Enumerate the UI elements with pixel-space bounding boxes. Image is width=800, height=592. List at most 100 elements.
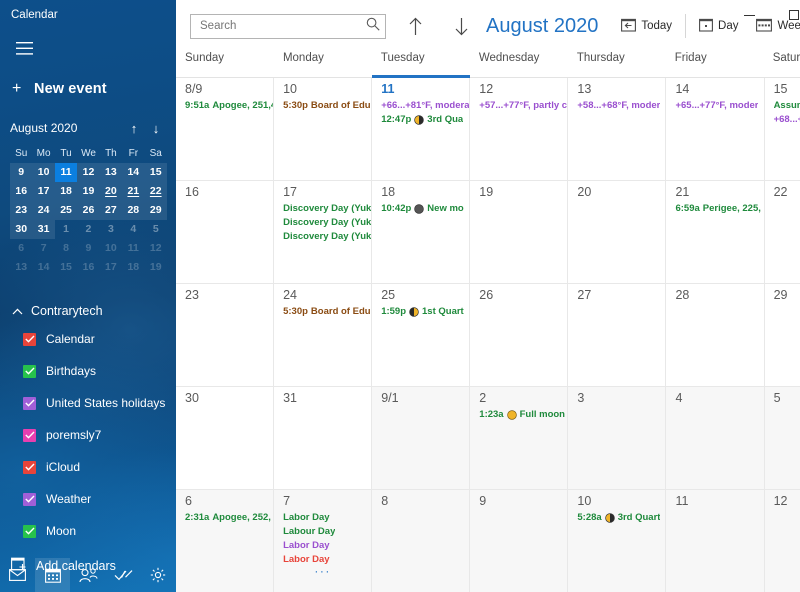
month-title[interactable]: August 2020 — [486, 15, 598, 38]
mini-calendar-day[interactable]: 31 — [32, 220, 55, 239]
mini-calendar-day[interactable]: 19 — [77, 182, 100, 201]
mini-calendar-day[interactable]: 17 — [100, 258, 122, 277]
calendar-day-cell[interactable]: 12 — [764, 490, 800, 592]
search-input[interactable] — [200, 20, 366, 32]
calendar-list-item-calendar[interactable]: Calendar — [0, 323, 176, 355]
minimize-button[interactable] — [727, 0, 772, 30]
calendar-day-cell[interactable]: 8 — [372, 490, 471, 592]
mini-calendar-today[interactable]: 11 — [54, 163, 78, 182]
mini-calendar-day[interactable]: 16 — [10, 182, 33, 201]
calendar-day-cell[interactable]: 16 — [176, 181, 275, 283]
mini-calendar-day[interactable]: 18 — [54, 182, 78, 201]
mini-calendar-day[interactable]: 10 — [100, 239, 122, 258]
calendar-event[interactable]: Discovery Day (Yuk — [274, 200, 371, 214]
mini-calendar-prev-button[interactable]: ↑ — [123, 122, 145, 135]
hamburger-menu-icon[interactable] — [0, 30, 48, 66]
calendar-event[interactable]: +65...+77°F, moder — [666, 97, 763, 111]
mini-calendar-day[interactable]: 24 — [32, 201, 55, 220]
next-period-button[interactable] — [444, 10, 478, 42]
calendar-day-cell[interactable]: 26 — [470, 284, 569, 386]
new-event-button[interactable]: + New event — [0, 70, 176, 108]
calendar-event[interactable]: 5:28a 3rd Quart — [568, 509, 665, 523]
calendar-event[interactable]: 6:59a Perigee, 225, — [666, 200, 763, 214]
mini-calendar-day[interactable]: 11 — [122, 239, 144, 258]
calendar-checkbox[interactable] — [23, 524, 36, 538]
search-box[interactable] — [190, 13, 386, 39]
calendar-checkbox[interactable] — [23, 396, 36, 410]
mini-calendar-day[interactable]: 15 — [55, 258, 77, 277]
calendar-day-cell[interactable]: 27 — [568, 284, 667, 386]
mini-calendar-day[interactable]: 10 — [32, 163, 55, 182]
search-icon[interactable] — [366, 17, 380, 36]
mini-calendar-day[interactable]: 20 — [99, 182, 123, 201]
todo-icon[interactable] — [106, 558, 141, 592]
calendar-day-cell[interactable]: 6 2:31a Apogee, 252, — [176, 490, 275, 592]
calendar-day-cell[interactable]: 19 — [470, 181, 569, 283]
mini-calendar-day[interactable]: 6 — [10, 239, 32, 258]
calendar-day-cell[interactable]: 17 Discovery Day (Yuk Discovery Day (Yuk Di… — [274, 181, 373, 283]
calendar-day-cell[interactable]: 30 — [176, 387, 275, 489]
account-group-contrarytech[interactable]: Contrarytech — [0, 299, 176, 323]
calendar-event[interactable]: 10:42p New mo — [372, 200, 469, 214]
calendar-day-cell[interactable]: 25 1:59p 1st Quart — [372, 284, 471, 386]
calendar-list-item-moon[interactable]: Moon — [0, 515, 176, 547]
calendar-day-cell[interactable]: 4 — [666, 387, 765, 489]
mini-calendar-day[interactable]: 2 — [77, 220, 99, 239]
calendar-day-cell[interactable]: 10 5:30p Board of Edu — [274, 78, 373, 180]
mini-calendar-day[interactable]: 28 — [122, 201, 145, 220]
calendar-day-cell[interactable]: 12 +57...+77°F, partly c — [470, 78, 569, 180]
calendar-day-cell[interactable]: 11 — [666, 490, 765, 592]
mini-calendar-day[interactable]: 17 — [32, 182, 55, 201]
calendar-list-item-icloud[interactable]: iCloud — [0, 451, 176, 483]
calendar-day-cell[interactable]: 21 6:59a Perigee, 225, — [666, 181, 765, 283]
calendar-day-cell[interactable]: 29 — [765, 284, 800, 386]
mini-calendar-day[interactable]: 1 — [55, 220, 77, 239]
mini-calendar-day[interactable]: 25 — [54, 201, 78, 220]
calendar-event[interactable]: +66...+81°F, modera — [372, 97, 469, 111]
calendar-event[interactable]: Labor Day — [274, 551, 371, 565]
calendar-event[interactable]: +68...+80°F, patchy — [765, 111, 800, 125]
mini-calendar-day[interactable]: 9 — [77, 239, 99, 258]
calendar-event[interactable]: Discovery Day (Yuk — [274, 214, 371, 228]
calendar-day-cell[interactable]: 9 — [470, 490, 569, 592]
calendar-day-cell[interactable]: 18 10:42p New mo — [372, 181, 471, 283]
mini-calendar-day[interactable]: 26 — [77, 201, 100, 220]
mini-calendar-day[interactable]: 15 — [144, 163, 167, 182]
calendar-day-cell[interactable]: 23 — [176, 284, 275, 386]
calendar-day-cell[interactable]: 10 5:28a 3rd Quart — [568, 490, 667, 592]
mini-calendar-day[interactable]: 14 — [122, 163, 145, 182]
calendar-day-cell[interactable]: 9/1 — [372, 387, 471, 489]
mini-calendar-day[interactable]: 13 — [10, 258, 32, 277]
calendar-day-cell[interactable]: 28 — [666, 284, 765, 386]
calendar-day-cell[interactable]: 15 Assumption - West +68...+80°F, patchy — [765, 78, 800, 180]
calendar-day-cell[interactable]: 7 Labor Day Labour Day Labor Day Labor Day ··… — [274, 490, 373, 592]
mini-calendar-day[interactable]: 9 — [10, 163, 33, 182]
mini-calendar-day[interactable]: 22 — [144, 182, 167, 201]
mini-calendar-day[interactable]: 13 — [99, 163, 123, 182]
calendar-day-cell[interactable]: 24 5:30p Board of Edu — [274, 284, 373, 386]
mini-calendar-day[interactable]: 18 — [122, 258, 144, 277]
today-button[interactable]: Today — [612, 10, 681, 42]
calendar-checkbox[interactable] — [23, 428, 36, 442]
calendar-day-cell[interactable]: 8/9 9:51a Apogee, 251,4 — [176, 78, 275, 180]
mini-calendar-day[interactable]: 12 — [77, 163, 100, 182]
calendar-icon[interactable] — [35, 558, 71, 592]
calendar-event[interactable]: 12:47p 3rd Qua — [372, 111, 469, 125]
calendar-day-cell[interactable]: 13 +58...+68°F, moder — [568, 78, 667, 180]
previous-period-button[interactable] — [398, 10, 432, 42]
calendar-event[interactable]: 5:30p Board of Edu — [274, 97, 371, 111]
calendar-day-cell[interactable]: 31 — [274, 387, 373, 489]
mini-calendar-day[interactable]: 5 — [145, 220, 167, 239]
mail-icon[interactable] — [0, 558, 35, 592]
calendar-event[interactable]: Discovery Day (Yuk — [274, 228, 371, 242]
calendar-event[interactable]: Labor Day — [274, 509, 371, 523]
mini-calendar-title[interactable]: August 2020 — [10, 121, 123, 135]
calendar-list-item-poremsly7[interactable]: poremsly7 — [0, 419, 176, 451]
people-icon[interactable] — [70, 558, 105, 592]
mini-calendar-day[interactable]: 4 — [122, 220, 144, 239]
calendar-list-item-weather[interactable]: Weather — [0, 483, 176, 515]
calendar-day-cell[interactable]: 20 — [568, 181, 667, 283]
calendar-event[interactable]: 5:30p Board of Edu — [274, 303, 371, 317]
mini-calendar-day[interactable]: 30 — [10, 220, 33, 239]
calendar-checkbox[interactable] — [23, 364, 36, 378]
